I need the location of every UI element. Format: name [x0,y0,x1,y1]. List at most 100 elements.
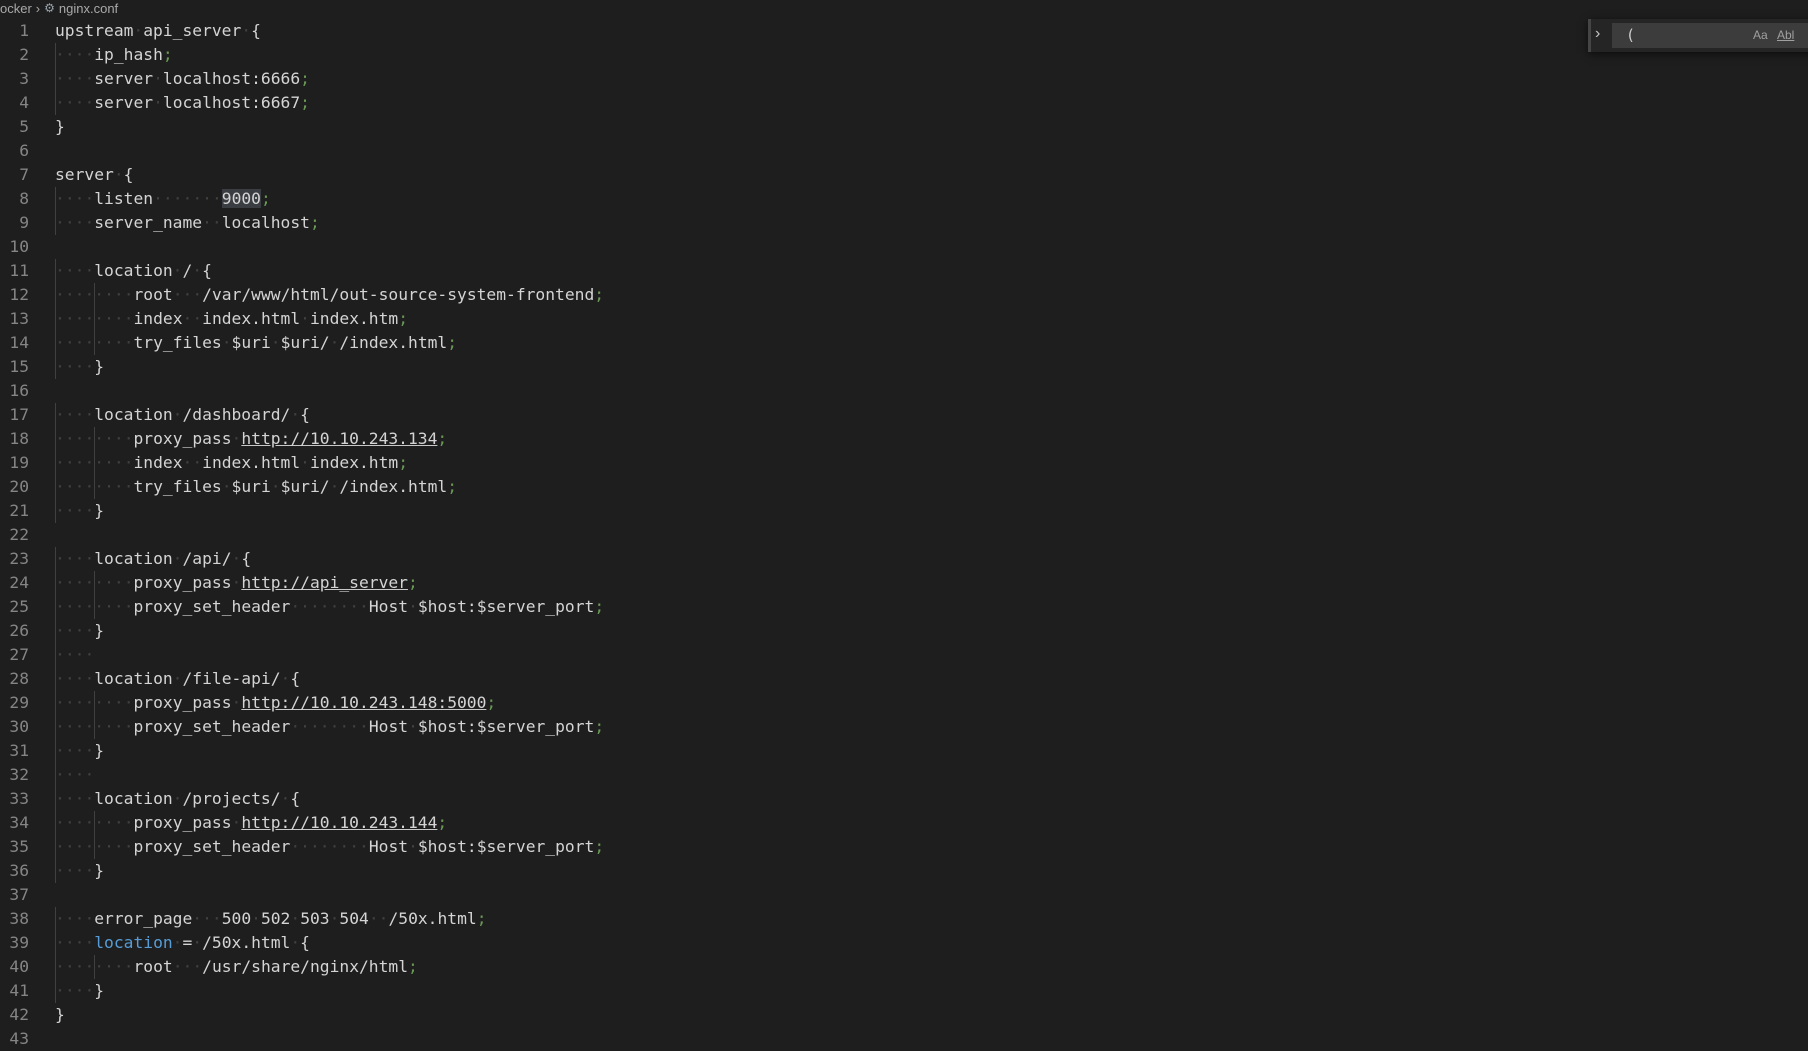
code-text: ········try_files·$uri·$uri/·/index.html… [55,333,458,352]
code-text: ········proxy_set_header········Host·$ho… [55,717,605,736]
line-number: 13 [9,309,29,328]
code-line[interactable]: 15 ····} [0,355,1808,379]
whitespace-dot: · [55,213,65,232]
whitespace-dot: · [84,357,95,376]
code-token[interactable]: http://10.10.243.144 [241,813,437,832]
whitespace-dot: · [94,717,105,736]
code-line[interactable]: 12 ········root···/var/www/html/out-sourc… [0,283,1808,307]
code-line[interactable]: 23 ····location·/api/·{ [0,547,1808,571]
code-line[interactable]: 13 ········index··index.html·index.htm; [0,307,1808,331]
whitespace-dot: · [192,309,203,328]
code-line[interactable]: 34 ········proxy_pass·http://10.10.243.14… [0,811,1808,835]
line-number: 19 [9,453,29,472]
breadcrumb-folder[interactable]: ocker [0,1,32,16]
whitespace-dot: · [84,309,95,328]
match-case-button[interactable]: Aa [1753,28,1768,42]
code-line[interactable]: 31 ····} [0,739,1808,763]
code-line[interactable]: 20 ········try_files·$uri·$uri/·/index.ht… [0,475,1808,499]
line-number: 38 [9,909,29,928]
code-text: ···· [55,643,94,667]
line-number: 9 [19,213,29,232]
code-line[interactable]: 9 ····server_name··localhost; [0,211,1808,235]
whitespace-dot: · [74,189,85,208]
code-line[interactable]: 22 [0,523,1808,547]
whitespace-dot: · [104,573,114,592]
line-number: 4 [19,93,29,112]
code-line[interactable]: 24 ········proxy_pass·http://api_server; [0,571,1808,595]
whitespace-dot: · [113,429,124,448]
code-line[interactable]: 19 ········index··index.html·index.htm; [0,451,1808,475]
code-line[interactable]: 33 ····location·/projects/·{ [0,787,1808,811]
code-line[interactable]: 11 ····location·/·{ [0,259,1808,283]
code-line[interactable]: 4 ····server·localhost:6667; [0,91,1808,115]
whitespace-dot: · [64,933,75,952]
code-line[interactable]: 35 ········proxy_set_header········Host·$… [0,835,1808,859]
code-line[interactable]: 41 ····} [0,979,1808,1003]
breadcrumb-file[interactable]: nginx.conf [59,1,118,16]
whitespace-dot: · [104,597,114,616]
code-line[interactable]: 36 ····} [0,859,1808,883]
code-text: ····location·=·/50x.html·{ [55,933,310,952]
code-line[interactable]: 28 ····location·/file-api/·{ [0,667,1808,691]
whitespace-dot: · [55,789,65,808]
code-line[interactable]: 39 ····location·=·/50x.html·{ [0,931,1808,955]
line-number: 15 [9,357,29,376]
whitespace-dot: · [123,597,134,616]
match-whole-word-button[interactable]: Abl [1777,28,1794,42]
code-line[interactable]: 8 ····listen·······9000; [0,187,1808,211]
semicolon: ; [309,213,320,232]
code-line[interactable]: 16 [0,379,1808,403]
code-token[interactable]: http://api_server [241,573,408,592]
code-line[interactable]: 14 ········try_files·$uri·$uri/·/index.ht… [0,331,1808,355]
code-editor[interactable]: 1 upstream·api_server·{2 ····ip_hash; 3 ····… [0,19,1808,1051]
whitespace-dot: · [64,957,75,976]
code-token[interactable]: http://10.10.243.148:5000 [241,693,486,712]
code-text: ····} [55,621,105,640]
code-line[interactable]: 7 server·{ [0,163,1808,187]
code-line[interactable]: 27 ···· [0,643,1808,667]
code-line[interactable]: 38 ····error_page···500·502·503·504··/50x… [0,907,1808,931]
code-line[interactable]: 2 ····ip_hash; [0,43,1808,67]
whitespace-dot: · [84,333,95,352]
code-line[interactable]: 42} [0,1003,1808,1027]
code-line[interactable]: 40 ········root···/usr/share/nginx/html; [0,955,1808,979]
code-token[interactable]: http://10.10.243.134 [241,429,437,448]
code-text: } [55,1005,65,1024]
whitespace-dot: · [104,453,114,472]
whitespace-dot: · [74,861,85,880]
whitespace-dot: · [84,645,95,664]
whitespace-dot: · [113,957,124,976]
semicolon: ; [162,45,173,64]
code-line[interactable]: 17 ····location·/dashboard/·{ [0,403,1808,427]
whitespace-dot: · [104,813,114,832]
code-line[interactable]: 3 ····server·localhost:6666; [0,67,1808,91]
line-number: 24 [9,573,29,592]
code-text: ····listen·······9000; [55,189,271,208]
code-line[interactable]: 21 ····} [0,499,1808,523]
code-line[interactable]: 18 ········proxy_pass·http://10.10.243.13… [0,427,1808,451]
code-line[interactable]: 5} [0,115,1808,139]
whitespace-dot: · [349,717,360,736]
code-line[interactable]: 32 ···· [0,763,1808,787]
code-line[interactable]: 29 ········proxy_pass·http://10.10.243.14… [0,691,1808,715]
whitespace-dot: · [84,837,95,856]
whitespace-dot: · [251,909,261,928]
whitespace-dot: · [84,549,95,568]
code-line[interactable]: 10 [0,235,1808,259]
whitespace-dot: · [153,69,163,88]
whitespace-dot: · [74,357,85,376]
line-number: 35 [9,837,29,856]
whitespace-dot: · [319,717,330,736]
whitespace-dot: · [84,453,95,472]
whitespace-dot: · [84,621,95,640]
code-line[interactable]: 30 ········proxy_set_header········Host·$… [0,715,1808,739]
code-line[interactable]: 25 ········proxy_set_header········Host·$… [0,595,1808,619]
code-line[interactable]: 26 ····} [0,619,1808,643]
code-line[interactable]: 43 [0,1027,1808,1051]
whitespace-dot: · [123,573,134,592]
code-line[interactable]: 1 upstream·api_server·{ [0,19,1808,43]
code-line[interactable]: 6 [0,139,1808,163]
code-text: ····server·localhost:6667; [55,93,310,112]
code-line[interactable]: 37 [0,883,1808,907]
toggle-replace-chevron-icon[interactable]: › [1595,25,1600,43]
